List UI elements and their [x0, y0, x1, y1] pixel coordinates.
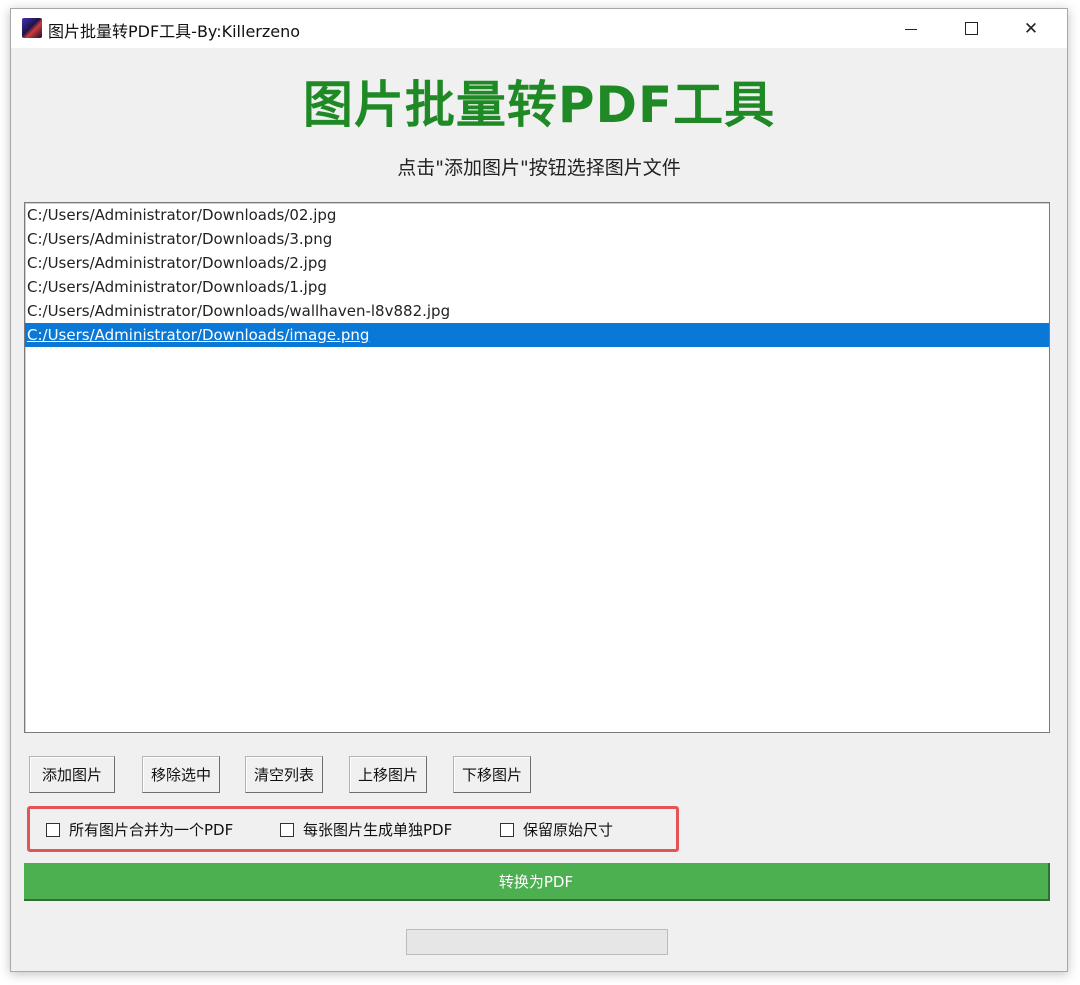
file-list-item[interactable]: C:/Users/Administrator/Downloads/2.jpg — [25, 251, 1049, 275]
minimize-icon — [905, 29, 917, 30]
file-list-item-selected[interactable]: C:/Users/Administrator/Downloads/image.p… — [25, 323, 1049, 347]
close-icon: ✕ — [1023, 18, 1039, 39]
separate-option[interactable]: 每张图片生成单独PDF — [280, 819, 452, 840]
separate-option-label: 每张图片生成单独PDF — [303, 821, 453, 839]
keep-size-option[interactable]: 保留原始尺寸 — [500, 819, 613, 840]
page-title: 图片批量转PDF工具 — [302, 76, 776, 134]
convert-to-pdf-button[interactable]: 转换为PDF — [24, 863, 1050, 901]
close-button[interactable]: ✕ — [1001, 9, 1061, 48]
minimize-button[interactable] — [881, 9, 941, 48]
app-window: 图片批量转PDF工具-By:Killerzeno ✕ 图片批量转PDF工具 点击… — [10, 8, 1068, 972]
progress-bar — [406, 929, 668, 955]
app-icon — [22, 18, 42, 38]
merge-option-label: 所有图片合并为一个PDF — [69, 821, 234, 839]
window-title: 图片批量转PDF工具-By:Killerzeno — [48, 22, 301, 41]
keep-size-option-label: 保留原始尺寸 — [523, 821, 614, 839]
move-down-button[interactable]: 下移图片 — [453, 756, 531, 793]
move-up-button[interactable]: 上移图片 — [349, 756, 427, 793]
instruction-text: 点击"添加图片"按钮选择图片文件 — [397, 157, 681, 179]
file-list-item[interactable]: C:/Users/Administrator/Downloads/3.png — [25, 227, 1049, 251]
options-highlight-frame: 所有图片合并为一个PDF 每张图片生成单独PDF 保留原始尺寸 — [27, 806, 679, 852]
title-bar[interactable]: 图片批量转PDF工具-By:Killerzeno ✕ — [11, 9, 1067, 48]
maximize-icon — [964, 22, 978, 35]
file-listbox[interactable]: C:/Users/Administrator/Downloads/02.jpg … — [24, 202, 1050, 733]
keep-size-checkbox[interactable] — [500, 822, 514, 837]
clear-list-button[interactable]: 清空列表 — [245, 756, 323, 793]
remove-selected-button[interactable]: 移除选中 — [142, 756, 220, 793]
merge-option[interactable]: 所有图片合并为一个PDF — [46, 819, 233, 840]
maximize-button[interactable] — [941, 9, 1001, 48]
separate-checkbox[interactable] — [280, 822, 294, 837]
add-images-button[interactable]: 添加图片 — [29, 756, 115, 793]
file-list-item[interactable]: C:/Users/Administrator/Downloads/wallhav… — [25, 299, 1049, 323]
file-list-item[interactable]: C:/Users/Administrator/Downloads/1.jpg — [25, 275, 1049, 299]
file-list-item[interactable]: C:/Users/Administrator/Downloads/02.jpg — [25, 203, 1049, 227]
merge-checkbox[interactable] — [46, 822, 60, 837]
